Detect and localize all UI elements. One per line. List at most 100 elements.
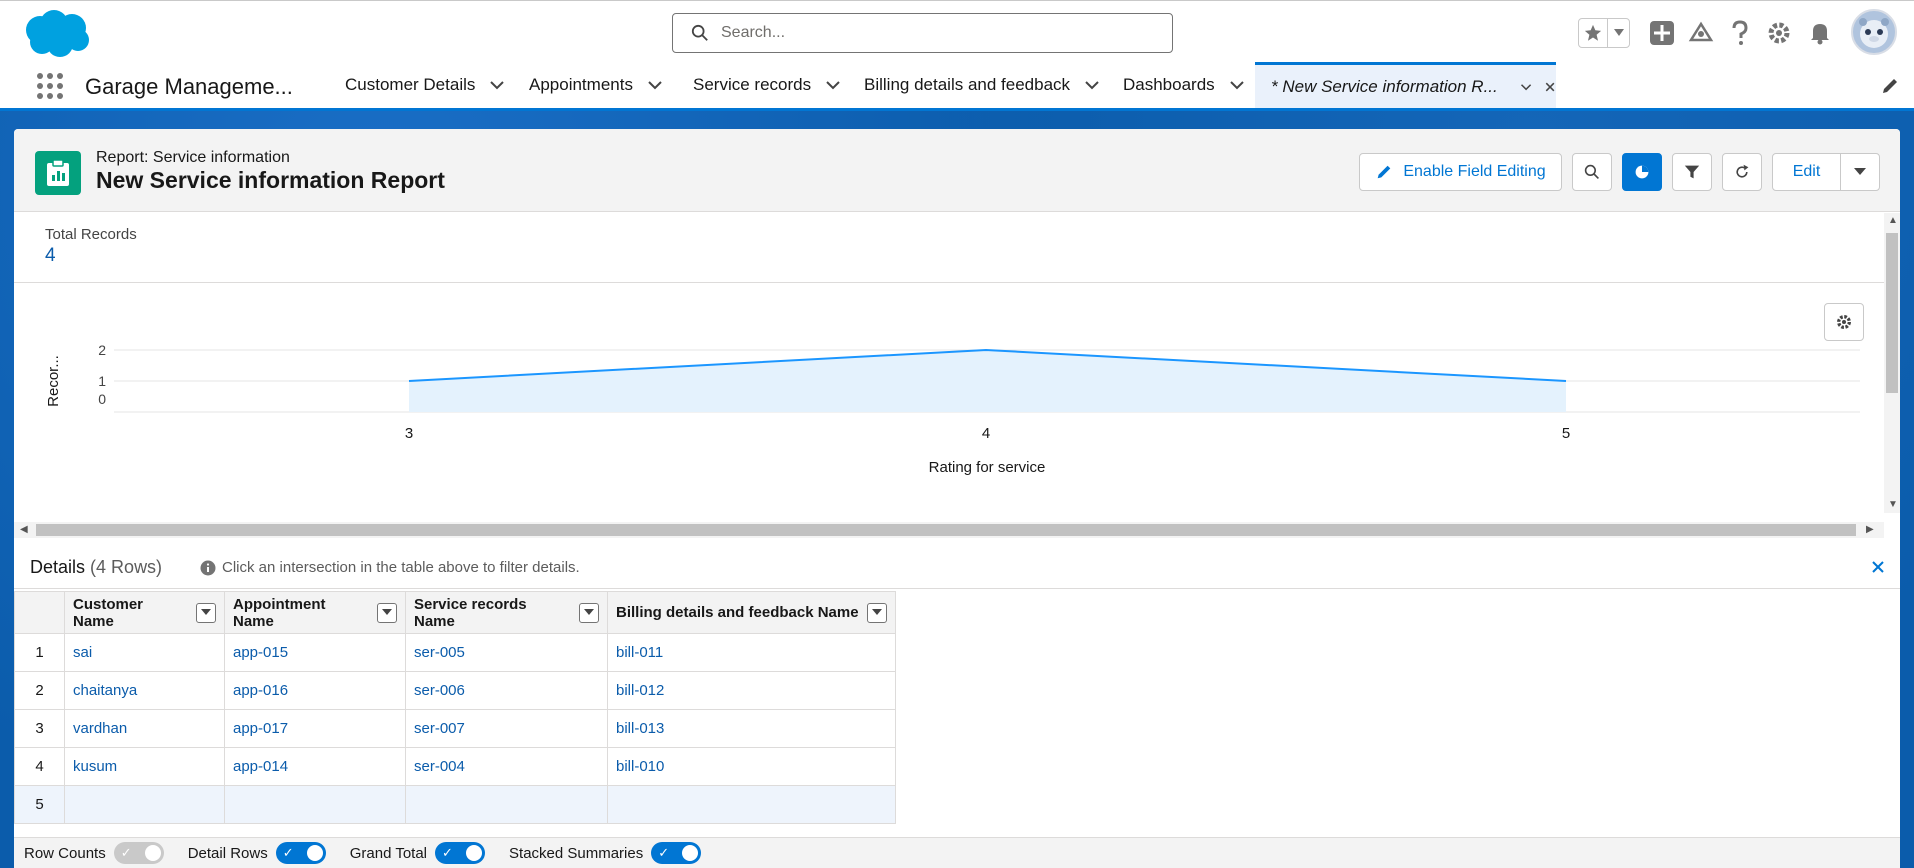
edit-button[interactable]: Edit [1772, 153, 1841, 191]
details-table: Customer Name Appointment Name Service r… [14, 591, 896, 824]
service-record-link[interactable]: ser-006 [414, 682, 465, 699]
grand-total-toggle[interactable]: ✓ [435, 842, 486, 864]
column-header-appointment-name[interactable]: Appointment Name [224, 591, 406, 634]
close-tab-icon[interactable] [1544, 79, 1556, 95]
tab-appointments[interactable]: Appointments [529, 62, 663, 108]
trailhead-button[interactable] [1687, 19, 1715, 47]
app-launcher-icon[interactable] [36, 72, 64, 100]
global-search[interactable] [672, 13, 1173, 53]
help-button[interactable] [1726, 19, 1754, 47]
row-number-header [14, 591, 65, 634]
favorites-group [1578, 18, 1630, 48]
billing-link[interactable]: bill-011 [616, 644, 663, 661]
chevron-down-icon[interactable] [825, 77, 841, 93]
scroll-down-arrow[interactable]: ▼ [1888, 499, 1898, 510]
report-footer: Row Counts ✓ Detail Rows ✓ Grand Total ✓… [14, 837, 1900, 868]
empty-cell[interactable] [224, 785, 406, 824]
setup-button[interactable] [1765, 19, 1793, 47]
filter-button[interactable] [1672, 153, 1712, 191]
customer-link[interactable]: sai [73, 644, 92, 661]
service-record-link[interactable]: ser-005 [414, 644, 465, 661]
chevron-down-icon[interactable] [647, 77, 663, 93]
chevron-down-icon[interactable] [489, 77, 505, 93]
scroll-left-arrow[interactable]: ◀ [20, 524, 28, 535]
user-avatar[interactable] [1851, 9, 1897, 55]
customer-link[interactable]: vardhan [73, 720, 127, 737]
appointment-link[interactable]: app-017 [233, 720, 288, 737]
enable-field-editing-button[interactable]: Enable Field Editing [1359, 153, 1562, 191]
favorites-dropdown-button[interactable] [1608, 19, 1629, 47]
column-header-label: Billing details and feedback Name [616, 604, 859, 621]
x-tick-label: 5 [1562, 425, 1570, 442]
edit-label: Edit [1792, 163, 1821, 180]
check-icon: ✓ [120, 845, 132, 860]
details-title-text: Details [30, 557, 86, 577]
column-header-service-records-name[interactable]: Service records Name [405, 591, 608, 634]
horizontal-scrollbar[interactable]: ◀ ▶ [14, 522, 1884, 538]
app-name: Garage Manageme... [85, 74, 293, 99]
appointment-link[interactable]: app-015 [233, 644, 288, 661]
scroll-thumb[interactable] [1886, 233, 1898, 393]
empty-cell[interactable] [607, 785, 896, 824]
column-menu-button[interactable] [196, 602, 216, 623]
column-menu-button[interactable] [377, 602, 397, 623]
tab-customer-details[interactable]: Customer Details [345, 62, 505, 108]
favorites-star-button[interactable] [1579, 19, 1609, 47]
service-record-link[interactable]: ser-004 [414, 758, 465, 775]
add-icon [1650, 21, 1674, 45]
tab-service-records[interactable]: Service records [693, 62, 841, 108]
more-actions-button[interactable] [1840, 153, 1880, 191]
salesforce-logo[interactable] [20, 8, 92, 58]
scroll-up-arrow[interactable]: ▲ [1888, 215, 1898, 226]
column-header-billing-details-name[interactable]: Billing details and feedback Name [607, 591, 896, 634]
check-icon: ✓ [282, 845, 294, 860]
toggle-knob [466, 845, 483, 861]
area-chart[interactable]: 0 1 2 3 4 5 Rating for service Recor... [14, 289, 1874, 519]
report-card: Report: Service information New Service … [14, 129, 1900, 868]
billing-link[interactable]: bill-010 [616, 758, 664, 775]
customer-link[interactable]: kusum [73, 758, 117, 775]
scroll-right-arrow[interactable]: ▶ [1866, 524, 1874, 535]
refresh-button[interactable] [1722, 153, 1762, 191]
x-tick-label: 3 [405, 425, 413, 442]
customer-link[interactable]: chaitanya [73, 682, 137, 699]
column-header-customer-name[interactable]: Customer Name [64, 591, 225, 634]
row-counts-toggle[interactable]: ✓ [113, 842, 164, 864]
column-menu-button[interactable] [579, 602, 599, 623]
billing-link[interactable]: bill-012 [616, 682, 664, 699]
appointment-link[interactable]: app-014 [233, 758, 288, 775]
close-details-icon[interactable] [1869, 558, 1887, 576]
tab-dashboards[interactable]: Dashboards [1123, 62, 1245, 108]
appointment-link[interactable]: app-016 [233, 682, 288, 699]
stacked-summaries-toggle[interactable]: ✓ [651, 842, 702, 864]
service-record-link[interactable]: ser-007 [414, 720, 465, 737]
tab-new-service-information-report[interactable]: * New Service information R... [1255, 62, 1556, 108]
chevron-down-icon[interactable] [1229, 77, 1245, 93]
details-row-count: (4 Rows) [90, 557, 163, 577]
x-axis-label: Rating for service [929, 459, 1046, 476]
search-report-button[interactable] [1572, 153, 1612, 191]
report-icon [35, 151, 81, 195]
vertical-scrollbar[interactable]: ▲ ▼ [1884, 213, 1900, 513]
search-input[interactable] [719, 23, 1159, 43]
pencil-icon [1378, 165, 1391, 179]
empty-cell[interactable] [405, 785, 608, 824]
table-row: 3 vardhan app-017 ser-007 bill-013 [14, 709, 896, 748]
billing-link[interactable]: bill-013 [616, 720, 664, 737]
chevron-down-icon[interactable] [1520, 79, 1532, 95]
tab-billing-details[interactable]: Billing details and feedback [864, 62, 1100, 108]
star-icon [1585, 24, 1602, 41]
total-records-value: 4 [45, 245, 56, 266]
edit-nav-icon[interactable] [1880, 76, 1900, 96]
scroll-thumb[interactable] [36, 524, 1856, 536]
notifications-button[interactable] [1806, 19, 1834, 47]
caret-down-icon [1854, 168, 1866, 175]
empty-cell[interactable] [64, 785, 225, 824]
chart-toggle-button[interactable] [1622, 153, 1662, 191]
column-menu-button[interactable] [867, 602, 887, 623]
chevron-down-icon[interactable] [1084, 77, 1100, 93]
row-number: 2 [14, 671, 65, 710]
detail-rows-toggle[interactable]: ✓ [275, 842, 326, 864]
global-actions-button[interactable] [1648, 19, 1676, 47]
toggle-knob [682, 845, 699, 861]
